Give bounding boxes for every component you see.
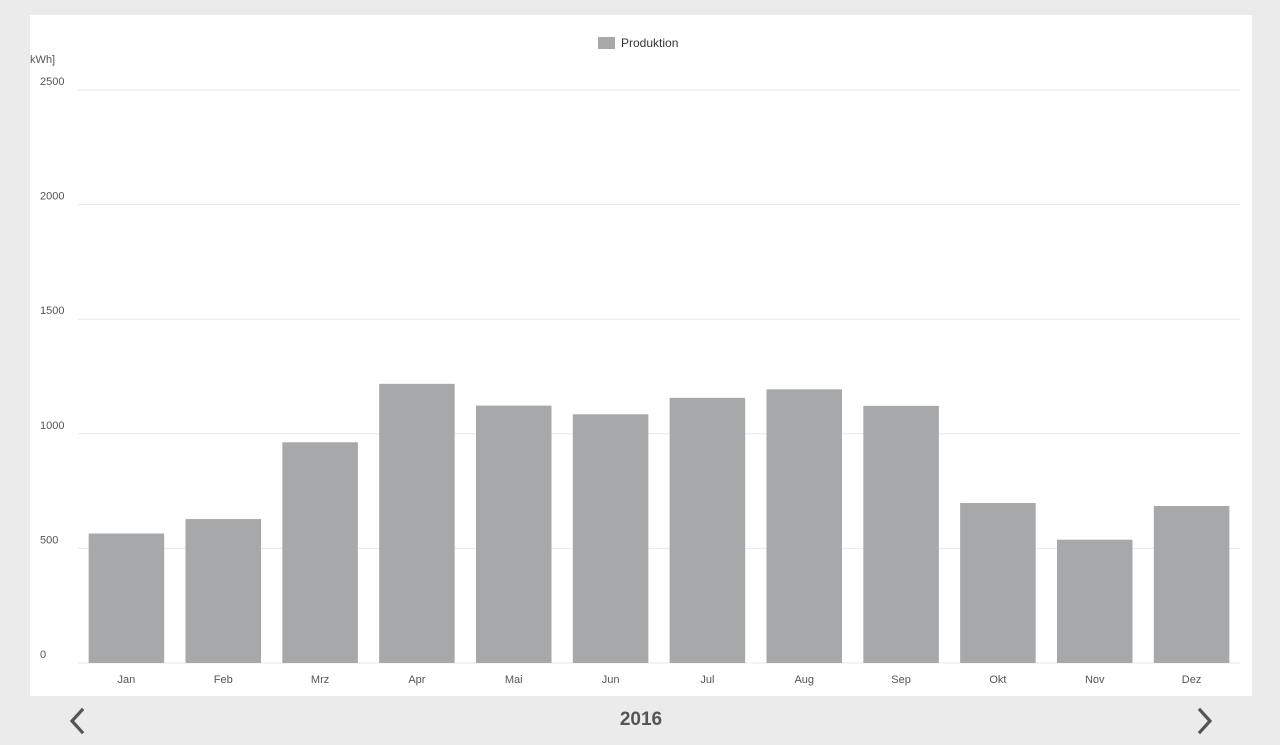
chart: [kWh] 0 500 1000 1500 2000 2500 Jan Feb Mrz Apr Mai…	[27, 15, 1252, 695]
legend-swatch	[598, 37, 615, 49]
next-year-button[interactable]	[1190, 706, 1220, 736]
x-tick-label: Aug	[794, 674, 814, 686]
bar-okt	[960, 503, 1036, 663]
chart-legend[interactable]: Produktion	[598, 36, 678, 50]
x-tick-label: Okt	[989, 674, 1006, 686]
bar-jul	[669, 397, 746, 663]
bar-apr	[379, 383, 455, 663]
chevron-right-icon	[1197, 707, 1213, 735]
year-navigation: 2016	[30, 696, 1252, 745]
x-tick-label: Jun	[602, 674, 620, 686]
x-tick-label: Apr	[408, 674, 425, 686]
bar-sep	[863, 405, 939, 663]
year-label: 2016	[619, 709, 663, 730]
bar-nov	[1056, 539, 1133, 663]
y-tick-label: 2000	[40, 191, 64, 203]
x-tick-label: Mrz	[311, 674, 329, 686]
x-tick-label: Dez	[1182, 674, 1202, 686]
bar-feb	[185, 519, 262, 663]
y-tick-label: 0	[40, 649, 46, 661]
x-tick-label: Mai	[505, 674, 523, 686]
y-tick-label: 2500	[40, 76, 64, 88]
bar-jan	[88, 533, 165, 663]
x-tick-label: Nov	[1085, 674, 1105, 686]
x-tick-label: Jan	[118, 674, 136, 686]
bar-dez	[1153, 505, 1230, 663]
y-tick-label: 500	[40, 534, 58, 546]
legend-label: Produktion	[621, 36, 679, 50]
bar-mai	[475, 405, 552, 663]
x-tick-label: Feb	[214, 674, 233, 686]
y-unit-label: [kWh]	[30, 54, 55, 66]
chart-canvas: [kWh] 0 500 1000 1500 2000 2500 Jan Feb Mrz Apr Mai…	[27, 54, 1240, 686]
bar-aug	[766, 389, 843, 663]
y-tick-label: 1500	[40, 305, 64, 317]
bar-mrz	[282, 442, 358, 663]
chart-panel: [kWh] 0 500 1000 1500 2000 2500 Jan Feb Mrz Apr Mai…	[27, 15, 1252, 745]
y-tick-label: 1000	[40, 420, 64, 432]
x-tick-label: Jul	[700, 674, 714, 686]
x-tick-label: Sep	[891, 674, 911, 686]
bar-jun	[572, 414, 649, 663]
